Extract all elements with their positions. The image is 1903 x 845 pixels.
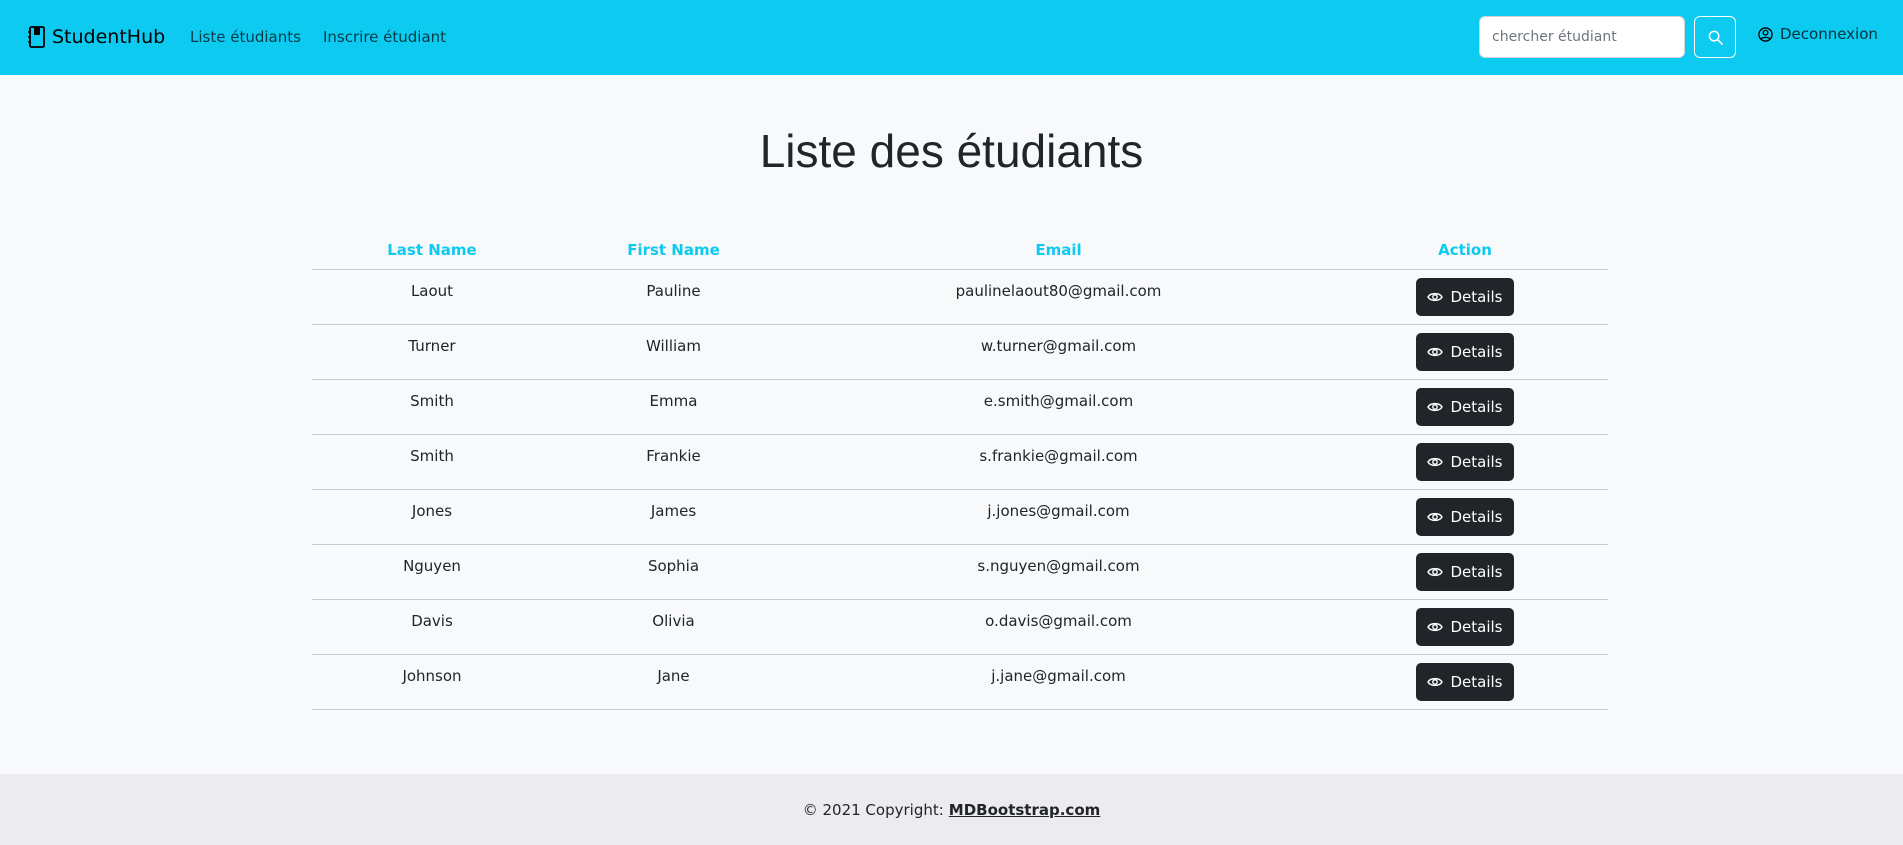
page-title: Liste des étudiants [759,125,1144,177]
cell-last-name: Smith [312,379,552,435]
eye-icon [1427,347,1444,356]
cell-action: Details [1322,269,1608,325]
details-button-label: Details [1450,287,1503,306]
eye-icon [1427,622,1444,631]
cell-first-name: Frankie [552,434,795,490]
details-button[interactable]: Details [1416,332,1514,371]
nav-link-liste-etudiants[interactable]: Liste étudiants [190,28,301,46]
search-button[interactable] [1694,16,1736,58]
cell-first-name: Olivia [552,599,795,655]
search-input[interactable] [1479,16,1685,58]
eye-icon [1427,292,1444,301]
cell-email: e.smith@gmail.com [795,379,1322,435]
eye-icon [1427,512,1444,521]
table-row: Smith Frankie s.frankie@gmail.com Details [312,434,1608,490]
details-button[interactable]: Details [1416,277,1514,316]
cell-email: o.davis@gmail.com [795,599,1322,655]
table-row: Laout Pauline paulinelaout80@gmail.com Deta… [312,269,1608,325]
footer-link[interactable]: MDBootstrap.com [949,801,1100,819]
details-button-label: Details [1450,617,1503,636]
footer: © 2021 Copyright: MDBootstrap.com [0,774,1903,845]
students-table: Last Name First Name Email Action Laout P… [312,232,1608,710]
cell-action: Details [1322,379,1608,435]
cell-email: paulinelaout80@gmail.com [795,269,1322,325]
cell-last-name: Johnson [312,654,552,710]
user-circle-icon [1758,26,1773,42]
details-button-label: Details [1450,507,1503,526]
details-button-label: Details [1450,672,1503,691]
search-icon [1708,30,1723,45]
eye-icon [1427,402,1444,411]
header-first-name: First Name [552,232,795,270]
table-header-row: Last Name First Name Email Action [312,232,1608,270]
brand-text: StudentHub [52,26,166,48]
logout-link[interactable]: Deconnexion [1758,25,1878,43]
cell-last-name: Nguyen [312,544,552,600]
nav-link-inscrire-etudiant[interactable]: Inscrire étudiant [323,28,446,46]
cell-first-name: James [552,489,795,545]
table-row: Smith Emma e.smith@gmail.com Details [312,379,1608,435]
details-button-label: Details [1450,342,1503,361]
table-row: Johnson Jane j.jane@gmail.com Details [312,654,1608,710]
header-action: Action [1322,232,1608,270]
details-button[interactable]: Details [1416,662,1514,701]
cell-action: Details [1322,654,1608,710]
cell-last-name: Jones [312,489,552,545]
eye-icon [1427,677,1444,686]
logout-label: Deconnexion [1780,25,1878,43]
cell-email: j.jones@gmail.com [795,489,1322,545]
cell-email: s.frankie@gmail.com [795,434,1322,490]
details-button[interactable]: Details [1416,387,1514,426]
header-last-name: Last Name [312,232,552,270]
cell-action: Details [1322,489,1608,545]
details-button[interactable]: Details [1416,442,1514,481]
details-button-label: Details [1450,397,1503,416]
table-row: Turner William w.turner@gmail.com Details [312,324,1608,380]
cell-email: w.turner@gmail.com [795,324,1322,380]
footer-copyright: © 2021 Copyright: [802,800,944,819]
table-row: Nguyen Sophia s.nguyen@gmail.com Details [312,544,1608,600]
notebook-icon [28,26,45,48]
students-table-body: Laout Pauline paulinelaout80@gmail.com Deta… [312,269,1608,710]
eye-icon [1427,457,1444,466]
details-button[interactable]: Details [1416,607,1514,646]
details-button[interactable]: Details [1416,497,1514,536]
cell-action: Details [1322,434,1608,490]
cell-first-name: Jane [552,654,795,710]
cell-last-name: Smith [312,434,552,490]
details-button[interactable]: Details [1416,552,1514,591]
navbar: StudentHub Liste étudiants Inscrire étud… [0,0,1903,75]
brand-link[interactable]: StudentHub [28,26,165,48]
cell-email: j.jane@gmail.com [795,654,1322,710]
cell-first-name: William [552,324,795,380]
cell-email: s.nguyen@gmail.com [795,544,1322,600]
cell-action: Details [1322,324,1608,380]
cell-last-name: Turner [312,324,552,380]
cell-last-name: Davis [312,599,552,655]
cell-action: Details [1322,599,1608,655]
eye-icon [1427,567,1444,576]
cell-first-name: Pauline [552,269,795,325]
cell-first-name: Sophia [552,544,795,600]
table-row: Davis Olivia o.davis@gmail.com Details [312,599,1608,655]
cell-last-name: Laout [312,269,552,325]
cell-action: Details [1322,544,1608,600]
table-row: Jones James j.jones@gmail.com Details [312,489,1608,545]
cell-first-name: Emma [552,379,795,435]
details-button-label: Details [1450,562,1503,581]
details-button-label: Details [1450,452,1503,471]
header-email: Email [795,232,1322,270]
